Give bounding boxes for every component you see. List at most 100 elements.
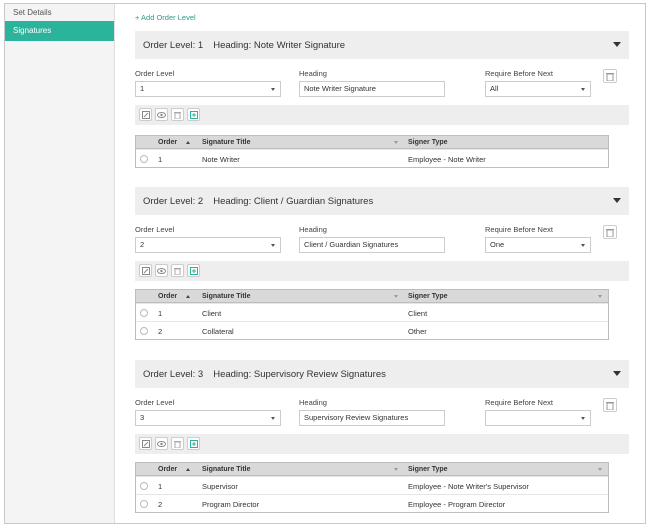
chevron-down-icon xyxy=(271,88,275,91)
row-radio[interactable] xyxy=(140,500,148,508)
sidebar-item-signatures[interactable]: Signatures xyxy=(5,21,114,41)
col-order-header[interactable]: Order xyxy=(158,466,177,473)
order-level-header[interactable]: Order Level: 3 Heading: Supervisory Revi… xyxy=(135,360,629,388)
grid-header: Order Signature Title Signer Type xyxy=(136,290,608,303)
add-row-button[interactable] xyxy=(187,437,200,450)
order-level-select[interactable]: 2 xyxy=(135,237,281,253)
row-order: 1 xyxy=(158,155,163,164)
col-signature-title-header[interactable]: Signature Title xyxy=(202,466,251,473)
col-signer-type-header[interactable]: Signer Type xyxy=(408,293,448,300)
column-menu-icon[interactable] xyxy=(598,468,602,471)
caret-down-icon[interactable] xyxy=(613,198,621,203)
row-signer-type: Employee - Program Director xyxy=(408,500,506,509)
delete-order-level-button[interactable] xyxy=(603,398,617,412)
trash-icon xyxy=(606,72,614,81)
add-icon xyxy=(189,266,198,275)
trash-icon xyxy=(606,401,614,410)
require-before-next-label: Require Before Next xyxy=(485,398,553,407)
column-menu-icon[interactable] xyxy=(598,295,602,298)
order-level-label: Order Level xyxy=(135,225,175,234)
order-level-label: Order Level xyxy=(135,69,175,78)
grid-toolbar xyxy=(135,434,629,454)
column-menu-icon[interactable] xyxy=(394,141,398,144)
order-level-section: Order Level: 2 Heading: Client / Guardia… xyxy=(135,187,629,340)
row-radio[interactable] xyxy=(140,309,148,317)
add-row-button[interactable] xyxy=(187,108,200,121)
chevron-down-icon xyxy=(271,244,275,247)
row-radio[interactable] xyxy=(140,155,148,163)
column-menu-icon[interactable] xyxy=(394,468,398,471)
table-row[interactable]: 1 Supervisor Employee - Note Writer's Su… xyxy=(136,476,608,494)
require-select-value: One xyxy=(490,240,505,249)
heading-label: Heading xyxy=(299,398,327,407)
row-signature-title: Collateral xyxy=(202,327,234,336)
row-order: 2 xyxy=(158,500,163,509)
col-signer-type-header[interactable]: Signer Type xyxy=(408,466,448,473)
edit-button[interactable] xyxy=(139,437,152,450)
order-level-header[interactable]: Order Level: 1 Heading: Note Writer Sign… xyxy=(135,31,629,59)
col-signature-title-header[interactable]: Signature Title xyxy=(202,139,251,146)
col-order-header[interactable]: Order xyxy=(158,293,177,300)
sort-ascending-icon xyxy=(186,468,190,471)
table-row[interactable]: 1 Client Client xyxy=(136,303,608,321)
main-content: + Add Order Level Order Level: 1 Heading… xyxy=(123,4,629,523)
edit-icon xyxy=(141,439,150,448)
order-level-select[interactable]: 1 xyxy=(135,81,281,97)
row-signer-type: Other xyxy=(408,327,427,336)
row-radio[interactable] xyxy=(140,482,148,490)
col-signature-title-header[interactable]: Signature Title xyxy=(202,293,251,300)
col-order-header[interactable]: Order xyxy=(158,139,177,146)
view-button[interactable] xyxy=(155,108,168,121)
order-level-section: Order Level: 3 Heading: Supervisory Revi… xyxy=(135,360,629,513)
delete-order-level-button[interactable] xyxy=(603,225,617,239)
sidebar-item-set-details[interactable]: Set Details xyxy=(5,4,114,21)
order-level-select-value: 3 xyxy=(140,413,145,422)
view-icon xyxy=(157,267,166,274)
chevron-down-icon xyxy=(581,88,585,91)
caret-down-icon[interactable] xyxy=(613,42,621,47)
order-level-title: Order Level: 1 xyxy=(143,39,204,51)
delete-row-button[interactable] xyxy=(171,437,184,450)
row-signer-type: Employee - Note Writer xyxy=(408,155,486,164)
table-row[interactable]: 1 Note Writer Employee - Note Writer xyxy=(136,149,608,167)
view-button[interactable] xyxy=(155,437,168,450)
heading-input[interactable]: Supervisory Review Signatures xyxy=(299,410,445,426)
require-before-next-select[interactable]: All xyxy=(485,81,591,97)
row-signer-type: Employee - Note Writer's Supervisor xyxy=(408,482,529,491)
delete-order-level-button[interactable] xyxy=(603,69,617,83)
order-level-select[interactable]: 3 xyxy=(135,410,281,426)
order-level-heading: Heading: Note Writer Signature xyxy=(213,39,346,51)
col-signer-type-header[interactable]: Signer Type xyxy=(408,139,448,146)
heading-input[interactable]: Note Writer Signature xyxy=(299,81,445,97)
order-level-header[interactable]: Order Level: 2 Heading: Client / Guardia… xyxy=(135,187,629,215)
edit-icon xyxy=(141,110,150,119)
row-signature-title: Program Director xyxy=(202,500,260,509)
order-level-select-value: 1 xyxy=(140,84,145,93)
view-button[interactable] xyxy=(155,264,168,277)
add-order-level-link[interactable]: + Add Order Level xyxy=(135,13,196,22)
require-before-next-select[interactable] xyxy=(485,410,591,426)
sort-ascending-icon xyxy=(186,141,190,144)
delete-row-button[interactable] xyxy=(171,264,184,277)
require-select-value: All xyxy=(490,84,499,93)
row-order: 1 xyxy=(158,309,163,318)
view-icon xyxy=(157,111,166,118)
add-icon xyxy=(189,110,198,119)
caret-down-icon[interactable] xyxy=(613,371,621,376)
require-before-next-select[interactable]: One xyxy=(485,237,591,253)
row-order: 1 xyxy=(158,482,163,491)
order-level-label: Order Level xyxy=(135,398,175,407)
table-row[interactable]: 2 Program Director Employee - Program Di… xyxy=(136,494,608,512)
delete-row-button[interactable] xyxy=(171,108,184,121)
view-icon xyxy=(157,440,166,447)
table-row[interactable]: 2 Collateral Other xyxy=(136,321,608,339)
edit-button[interactable] xyxy=(139,264,152,277)
edit-button[interactable] xyxy=(139,108,152,121)
row-signature-title: Supervisor xyxy=(202,482,238,491)
require-before-next-label: Require Before Next xyxy=(485,69,553,78)
add-row-button[interactable] xyxy=(187,264,200,277)
heading-input[interactable]: Client / Guardian Signatures xyxy=(299,237,445,253)
column-menu-icon[interactable] xyxy=(394,295,398,298)
order-level-heading: Heading: Supervisory Review Signatures xyxy=(213,368,386,380)
row-radio[interactable] xyxy=(140,327,148,335)
